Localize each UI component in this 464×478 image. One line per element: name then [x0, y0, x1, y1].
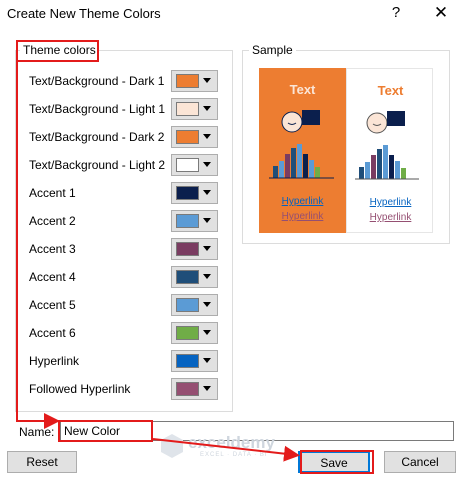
annotation-arrows — [16, 62, 300, 462]
annotation-arrow-to-save — [152, 438, 300, 462]
annotation-arrow-to-name — [16, 62, 60, 429]
